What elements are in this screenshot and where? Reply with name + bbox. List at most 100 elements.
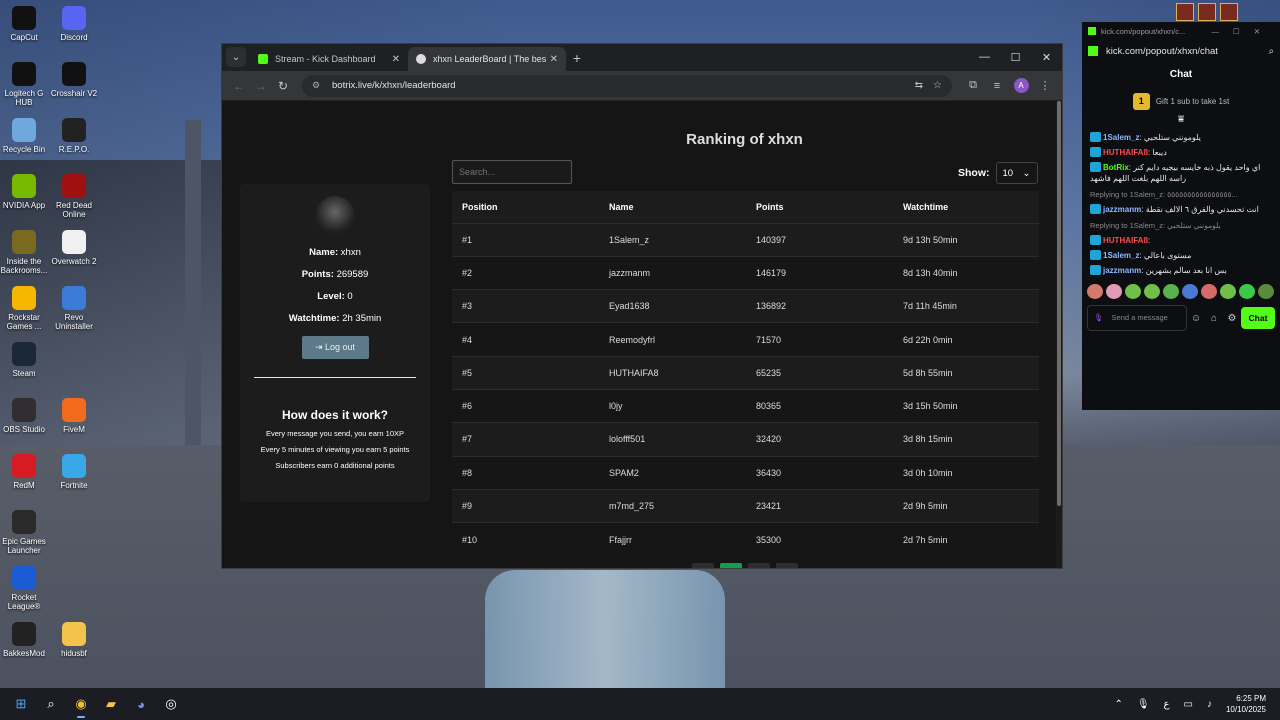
- maximize-icon[interactable]: ☐: [1000, 44, 1031, 70]
- language-indicator[interactable]: ع: [1164, 699, 1170, 710]
- chat-message[interactable]: HUTHAIFA8: ديبعا: [1090, 147, 1272, 158]
- chat-username[interactable]: jazzmanm: [1103, 266, 1141, 275]
- emote-icon[interactable]: [1220, 284, 1236, 299]
- desktop-icon[interactable]: Rocket League®: [0, 566, 50, 611]
- reload-icon[interactable]: ↻: [272, 75, 294, 97]
- logout-button[interactable]: ⇥ Log out: [301, 336, 369, 359]
- chat-message[interactable]: 1Salem_z: مستوى باعالي: [1090, 250, 1272, 261]
- media-controls-icon[interactable]: ≡: [986, 75, 1008, 97]
- discord-taskbar-icon[interactable]: ◕: [126, 689, 156, 719]
- tab-leaderboard[interactable]: xhxn LeaderBoard | The best Ch ✕: [408, 47, 566, 71]
- store-icon[interactable]: ⌂: [1205, 313, 1223, 324]
- desktop-icon[interactable]: Revo Uninstaller: [48, 286, 100, 331]
- chat-message[interactable]: jazzmanm: انت تحسدني والفرق ٦ الالف نقطة: [1090, 204, 1272, 215]
- scrollbar-thumb[interactable]: [1057, 101, 1061, 506]
- volume-icon[interactable]: ♪: [1207, 699, 1212, 710]
- desktop-icon[interactable]: BakkesMod: [0, 622, 50, 658]
- obs-taskbar-icon[interactable]: ◎: [156, 689, 186, 719]
- page-1-button[interactable]: [720, 563, 742, 568]
- chat-username[interactable]: BotRix: [1103, 163, 1129, 172]
- desktop-icon[interactable]: Fortnite: [48, 454, 100, 490]
- desktop-icon[interactable]: Inside the Backrooms...: [0, 230, 50, 275]
- column-header[interactable]: Name: [599, 191, 746, 223]
- column-header[interactable]: Watchtime: [893, 191, 1039, 223]
- extensions-icon[interactable]: ⧉: [962, 75, 984, 97]
- desktop-icon[interactable]: Logitech G HUB: [0, 62, 50, 107]
- leaderboard-table: Position Name Points Watchtime #1 1Salem_…: [452, 191, 1039, 556]
- emote-icon[interactable]: [1163, 284, 1179, 299]
- close-tab-icon[interactable]: ✕: [392, 54, 400, 65]
- minimize-icon[interactable]: —: [969, 44, 1000, 70]
- chat-message[interactable]: jazzmanm: بس انا بعد سالم بشهرين: [1090, 265, 1272, 276]
- chat-username[interactable]: HUTHAIFA8: [1103, 236, 1148, 245]
- desktop-icon[interactable]: Rockstar Games ...: [0, 286, 50, 331]
- desktop-icon[interactable]: Overwatch 2: [48, 230, 100, 266]
- forward-icon[interactable]: →: [250, 75, 272, 97]
- page-prev-button[interactable]: [692, 563, 714, 568]
- menu-icon[interactable]: ⋮: [1034, 75, 1056, 97]
- chrome-icon[interactable]: ◉: [66, 689, 96, 719]
- chat-username[interactable]: jazzmanm: [1103, 205, 1141, 214]
- profile-avatar[interactable]: A: [1010, 75, 1032, 97]
- desktop-icon[interactable]: RedM: [0, 454, 50, 490]
- desktop-icon[interactable]: hidusbf: [48, 622, 100, 658]
- network-icon[interactable]: ▭: [1184, 699, 1193, 710]
- page-scrollbar[interactable]: [1056, 101, 1062, 568]
- emote-icon[interactable]: [1106, 284, 1122, 299]
- chat-send-button[interactable]: Chat: [1241, 307, 1275, 329]
- tab-search-button[interactable]: ⌄: [226, 47, 246, 67]
- chat-username[interactable]: 1Salem_z: [1103, 133, 1139, 142]
- bookmark-star-icon[interactable]: ☆: [933, 80, 942, 91]
- search-icon[interactable]: ⌕: [36, 689, 66, 719]
- microphone-tray-icon[interactable]: 🎙: [1137, 699, 1150, 710]
- desktop-icon[interactable]: Epic Games Launcher: [0, 510, 50, 555]
- windows-start-icon[interactable]: ⊞: [6, 689, 36, 719]
- emote-icon[interactable]: [1144, 284, 1160, 299]
- gift-leaderboard[interactable]: 1 Gift 1 sub to take 1st: [1082, 88, 1280, 114]
- desktop-icon[interactable]: Discord: [48, 6, 100, 42]
- desktop-icon[interactable]: OBS Studio: [0, 398, 50, 434]
- chat-message-input[interactable]: 🎙 Send a message: [1087, 305, 1187, 331]
- page-next-button[interactable]: [776, 563, 798, 568]
- site-info-icon[interactable]: ⚙: [312, 80, 324, 91]
- close-tab-icon[interactable]: ✕: [550, 54, 558, 65]
- page-2-button[interactable]: [748, 563, 770, 568]
- desktop-icon[interactable]: Crosshair V2: [48, 62, 100, 98]
- window-controls[interactable]: —☐✕: [1211, 27, 1274, 36]
- chat-message[interactable]: BotRix: اي واحد يقول ذبه خايسه بيجيه داي…: [1090, 162, 1272, 184]
- emote-icon[interactable]: [1087, 284, 1103, 299]
- chat-username[interactable]: 1Salem_z: [1103, 251, 1139, 260]
- desktop-icon[interactable]: Steam: [0, 342, 50, 378]
- translate-icon[interactable]: ⇆: [915, 80, 923, 91]
- settings-gear-icon[interactable]: ⚙: [1223, 313, 1241, 324]
- desktop-icon[interactable]: R.E.P.O.: [48, 118, 100, 154]
- emote-icon[interactable]: [1182, 284, 1198, 299]
- chat-message[interactable]: HUTHAIFA8:: [1090, 235, 1272, 246]
- page-size-select[interactable]: 10 ⌄: [995, 162, 1038, 184]
- tab-kick-dashboard[interactable]: Stream - Kick Dashboard ✕: [250, 47, 408, 71]
- desktop-icon[interactable]: NVIDIA App: [0, 174, 50, 210]
- search-input[interactable]: [452, 160, 572, 184]
- back-icon[interactable]: ←: [228, 75, 250, 97]
- chat-username[interactable]: HUTHAIFA8: [1103, 148, 1148, 157]
- emote-icon[interactable]: [1258, 284, 1274, 299]
- pinned-toggle-icon[interactable]: ⩸: [1082, 114, 1280, 128]
- zoom-icon[interactable]: ⌕: [1269, 46, 1274, 57]
- column-header[interactable]: Position: [452, 191, 599, 223]
- emote-picker-icon[interactable]: ☺: [1187, 313, 1205, 324]
- close-window-icon[interactable]: ✕: [1031, 44, 1062, 70]
- new-tab-button[interactable]: +: [566, 47, 588, 69]
- emote-icon[interactable]: [1125, 284, 1141, 299]
- desktop-icon[interactable]: Red Dead Online: [48, 174, 100, 219]
- desktop-icon[interactable]: Recycle Bin: [0, 118, 50, 154]
- emote-icon[interactable]: [1201, 284, 1217, 299]
- address-bar[interactable]: ⚙ botrix.live/k/xhxn/leaderboard ⇆ ☆: [302, 74, 952, 97]
- emote-icon[interactable]: [1239, 284, 1255, 299]
- clock[interactable]: 6:25 PM 10/10/2025: [1226, 693, 1266, 715]
- column-header[interactable]: Points: [746, 191, 893, 223]
- chat-message[interactable]: 1Salem_z: يلومونني ستلحبي: [1090, 132, 1272, 143]
- tray-overflow-icon[interactable]: ⌃: [1114, 699, 1122, 710]
- file-explorer-icon[interactable]: ▰: [96, 689, 126, 719]
- desktop-icon[interactable]: FiveM: [48, 398, 100, 434]
- desktop-icon[interactable]: CapCut: [0, 6, 50, 42]
